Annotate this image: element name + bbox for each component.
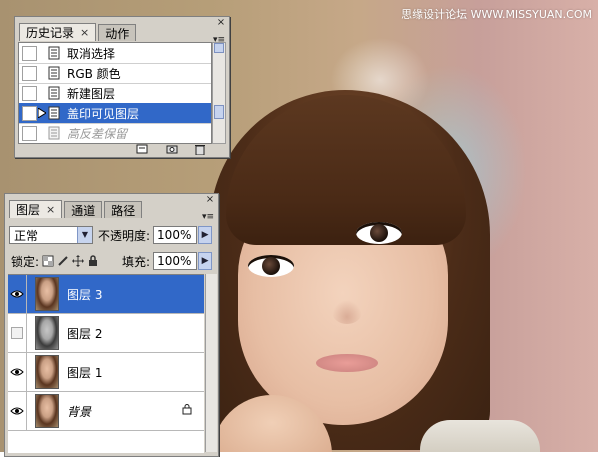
layer-row[interactable]: 背景 — [8, 392, 204, 431]
layer-thumbnail — [35, 394, 59, 428]
history-item-label: 新建图层 — [67, 86, 116, 101]
history-list: 取消选择 RGB 颜色 新建图层 盖印可见图层 高反差保留 — [18, 42, 212, 144]
camera-icon[interactable] — [165, 144, 179, 156]
layer-row[interactable]: 图层 1 — [8, 353, 204, 392]
photo-lips — [316, 354, 378, 372]
history-state-icon — [48, 86, 60, 100]
history-panel: × 历史记录 × 动作 ▾≡ 取消选择 RGB 颜色 新建图层 盖印可见图层 高… — [14, 16, 230, 158]
trash-icon[interactable] — [193, 144, 207, 156]
eye-icon — [10, 368, 24, 376]
photo-nose — [332, 300, 362, 324]
visibility-off-box — [11, 327, 23, 339]
fill-label: 填充: — [122, 254, 151, 269]
history-footer — [15, 143, 229, 157]
tab-paths-label: 路径 — [111, 203, 136, 218]
tab-layers[interactable]: 图层 × — [9, 200, 63, 218]
tab-history[interactable]: 历史记录 × — [19, 23, 97, 41]
layers-tabs: 图层 × 通道 路径 — [9, 200, 214, 218]
history-state-icon — [48, 126, 60, 140]
tab-actions[interactable]: 动作 — [98, 24, 137, 41]
history-snapshot-checkbox[interactable] — [22, 45, 37, 61]
lock-label: 锁定: — [11, 254, 40, 269]
panel-menu-icon[interactable]: ▾≡ — [202, 211, 214, 223]
lock-fill-row: 锁定: 填充: 100% ▶ — [9, 251, 214, 271]
layers-panel: × 图层 × 通道 路径 ▾≡ 正常 ▼ 不透明度: 100% ▶ 锁定: 填充… — [4, 193, 219, 457]
lock-position-move-icon[interactable] — [72, 255, 85, 267]
history-item-label: 盖印可见图层 — [67, 106, 140, 121]
tab-channels-label: 通道 — [71, 203, 96, 218]
blend-mode-value: 正常 — [14, 228, 39, 243]
history-snapshot-checkbox[interactable] — [22, 125, 37, 141]
opacity-label: 不透明度: — [98, 228, 151, 243]
history-snapshot-checkbox[interactable] — [22, 105, 37, 121]
photo-left-eye — [248, 255, 294, 277]
fill-slider-button[interactable]: ▶ — [198, 252, 213, 270]
tab-close-icon[interactable]: × — [46, 203, 55, 216]
history-item-undone[interactable]: 高反差保留 — [19, 123, 211, 143]
layer-thumbnail — [35, 316, 59, 350]
layer-name: 图层 2 — [67, 326, 103, 341]
lock-image-pixels-brush-icon[interactable] — [57, 255, 69, 267]
scroll-thumb[interactable] — [214, 105, 224, 119]
chevron-down-icon[interactable]: ▼ — [77, 227, 92, 243]
layer-name: 背景 — [67, 404, 92, 419]
tab-channels[interactable]: 通道 — [64, 201, 103, 218]
new-document-icon[interactable] — [135, 144, 149, 156]
opacity-input[interactable]: 100% — [153, 226, 198, 244]
history-scrollbar[interactable] — [212, 42, 226, 144]
history-item-label: RGB 颜色 — [67, 66, 121, 81]
tab-close-icon[interactable]: × — [80, 26, 89, 39]
photo-right-eye — [356, 222, 402, 244]
blend-opacity-row: 正常 ▼ 不透明度: 100% ▶ — [9, 225, 214, 245]
history-item[interactable]: 新建图层 — [19, 83, 211, 104]
layer-name: 图层 1 — [67, 365, 103, 380]
tab-layers-label: 图层 — [16, 203, 41, 217]
site-watermark: 思缘设计论坛 WWW.MISSYUAN.COM — [401, 8, 592, 21]
fill-input[interactable]: 100% — [153, 252, 198, 270]
scroll-up-arrow[interactable] — [214, 43, 224, 53]
history-state-icon — [48, 46, 60, 60]
layer-visibility-toggle[interactable] — [8, 353, 27, 391]
layer-row-selected[interactable]: 图层 3 — [8, 275, 204, 314]
layer-visibility-toggle[interactable] — [8, 275, 27, 313]
history-item[interactable]: 取消选择 — [19, 43, 211, 64]
tab-paths[interactable]: 路径 — [104, 201, 143, 218]
history-item-label: 取消选择 — [67, 46, 116, 61]
history-item-selected[interactable]: 盖印可见图层 — [19, 103, 211, 124]
history-tabs: 历史记录 × 动作 — [19, 23, 225, 41]
layers-list: 图层 3 图层 2 图层 1 背景 — [8, 274, 204, 453]
opacity-slider-button[interactable]: ▶ — [198, 226, 213, 244]
tab-history-label: 历史记录 — [26, 26, 75, 40]
photo-shirt — [420, 420, 540, 452]
layer-name: 图层 3 — [67, 287, 103, 302]
history-state-icon — [48, 66, 60, 80]
layers-scrollbar[interactable] — [205, 274, 217, 452]
layer-thumbnail — [35, 277, 59, 311]
layer-lock-icon — [182, 404, 192, 418]
layer-visibility-toggle[interactable] — [8, 392, 27, 430]
eye-icon — [10, 290, 24, 298]
lock-all-padlock-icon[interactable] — [87, 255, 99, 267]
layer-thumbnail — [35, 355, 59, 389]
layer-visibility-toggle[interactable] — [8, 314, 27, 352]
history-item[interactable]: RGB 颜色 — [19, 63, 211, 84]
tab-actions-label: 动作 — [105, 26, 130, 41]
lock-transparent-pixels-icon[interactable] — [42, 255, 54, 267]
history-state-pointer-icon[interactable] — [37, 108, 47, 118]
history-snapshot-checkbox[interactable] — [22, 85, 37, 101]
history-state-icon — [48, 106, 60, 120]
eye-icon — [10, 407, 24, 415]
history-item-label: 高反差保留 — [67, 126, 128, 141]
blend-mode-select[interactable]: 正常 ▼ — [9, 226, 93, 244]
history-snapshot-checkbox[interactable] — [22, 65, 37, 81]
layer-row[interactable]: 图层 2 — [8, 314, 204, 353]
